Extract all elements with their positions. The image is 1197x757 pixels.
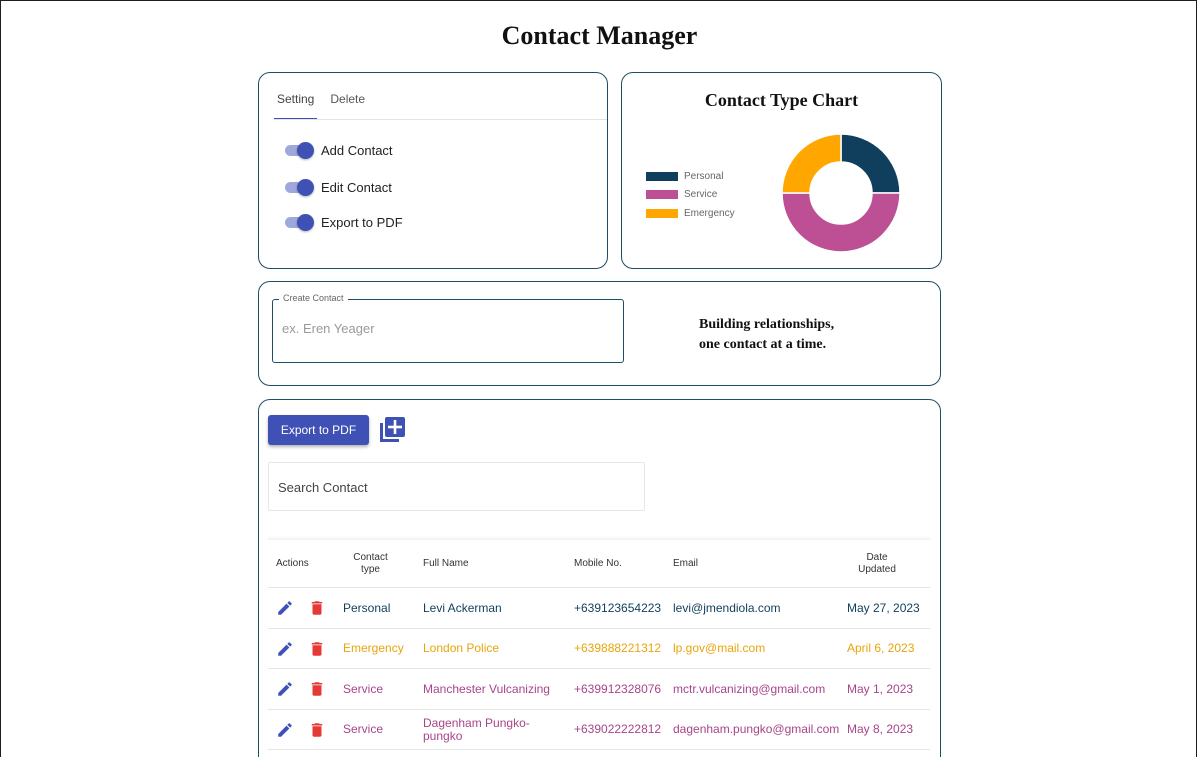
row-actions xyxy=(276,710,326,750)
tab-setting[interactable]: Setting xyxy=(274,90,318,120)
legend-label: Personal xyxy=(684,170,724,182)
settings-card: Setting Delete Add Contact Edit Contact … xyxy=(258,72,608,269)
legend-label: Emergency xyxy=(684,207,735,219)
cell-mobile: +639022222812 xyxy=(574,722,662,736)
cell-contact-type: Service xyxy=(343,681,384,696)
search-field xyxy=(268,462,645,511)
table-header: Actions Contact type Full Name Mobile No.… xyxy=(268,540,930,588)
cell-email: dagenham.pungko@gmail.com xyxy=(673,722,840,736)
contacts-table: Actions Contact type Full Name Mobile No.… xyxy=(268,536,930,750)
create-contact-card: Create Contact Building relationships, o… xyxy=(258,281,941,386)
legend-item-personal[interactable]: Personal xyxy=(646,167,735,186)
table-row: Service Manchester Vulcanizing +6399123280… xyxy=(268,669,930,710)
table-row: Emergency London Police +639888221312 lp.go… xyxy=(268,629,930,669)
trash-icon[interactable] xyxy=(308,599,326,617)
legend-label: Service xyxy=(684,189,718,201)
cell-date-updated: April 6, 2023 xyxy=(847,641,915,655)
legend-item-emergency[interactable]: Emergency xyxy=(646,204,735,223)
create-contact-input[interactable] xyxy=(282,321,612,336)
tagline: Building relationships, one contact at a… xyxy=(699,315,834,355)
donut-slice-personal[interactable] xyxy=(840,133,901,194)
row-actions xyxy=(276,588,326,628)
cell-contact-type: Service xyxy=(343,722,384,736)
create-contact-field: Create Contact xyxy=(272,293,624,363)
table-row: Personal Levi Ackerman +639123654223 levi@j… xyxy=(268,588,930,629)
tabs-divider xyxy=(274,119,607,120)
cell-full-name: London Police xyxy=(423,641,500,655)
header-date-updated: Date Updated xyxy=(852,540,902,588)
cell-full-name: Levi Ackerman xyxy=(423,600,502,615)
legend-swatch xyxy=(646,208,678,218)
header-actions: Actions xyxy=(276,558,309,569)
contacts-card: Export to PDF Actions Contacttype Full N… xyxy=(258,399,941,757)
tagline-line-2: one contact at a time. xyxy=(699,337,827,352)
cell-email: mctr.vulcanizing@gmail.com xyxy=(673,681,826,696)
cell-date-updated: May 27, 2023 xyxy=(847,600,920,615)
trash-icon[interactable] xyxy=(308,640,326,658)
header-date-line2: Updated xyxy=(858,564,896,575)
library-add-icon[interactable] xyxy=(377,415,407,450)
cell-contact-type: Personal xyxy=(343,600,391,615)
search-input[interactable] xyxy=(278,480,628,495)
legend-swatch xyxy=(646,190,678,200)
settings-tabs: Setting Delete xyxy=(274,90,368,120)
export-pdf-button[interactable]: Export to PDF xyxy=(268,415,369,445)
cell-date-updated: May 1, 2023 xyxy=(847,681,914,696)
cell-date-updated: May 8, 2023 xyxy=(847,722,914,736)
header-mobile: Mobile No. xyxy=(574,558,622,569)
toggle-row-edit-contact: Edit Contact xyxy=(285,179,392,196)
page-title: Contact Manager xyxy=(501,21,698,50)
add-contact-toggle[interactable] xyxy=(285,142,315,159)
chart-card: Contact Type Chart Personal Service Emer… xyxy=(621,72,942,269)
header-email: Email xyxy=(673,558,699,569)
cell-contact-type: Emergency xyxy=(343,641,404,655)
toggle-row-export-pdf: Export to PDF xyxy=(285,214,403,231)
trash-icon[interactable] xyxy=(308,721,326,739)
export-pdf-toggle[interactable] xyxy=(285,214,315,231)
cell-email: levi@jmendiola.com xyxy=(673,600,781,615)
header-contact-type: Contact type xyxy=(348,540,393,588)
header-contact-type-line2: type xyxy=(361,564,380,575)
create-contact-label: Create Contact xyxy=(279,293,348,303)
chart-legend: Personal Service Emergency xyxy=(646,167,735,223)
donut-slice-emergency[interactable] xyxy=(781,133,842,194)
export-pdf-label: Export to PDF xyxy=(321,214,403,230)
legend-item-service[interactable]: Service xyxy=(646,186,735,205)
row-actions xyxy=(276,669,326,709)
header-date-line1: Date xyxy=(866,552,888,563)
tab-delete[interactable]: Delete xyxy=(327,90,368,120)
cell-full-name: Manchester Vulcanizing xyxy=(423,681,550,696)
cell-mobile: +639123654223 xyxy=(574,600,662,615)
add-contact-label: Add Contact xyxy=(321,142,393,158)
header-full-name: Full Name xyxy=(423,558,469,569)
toggle-row-add-contact: Add Contact xyxy=(285,142,393,159)
table-body: Personal Levi Ackerman +639123654223 levi@j… xyxy=(268,588,930,750)
cell-mobile: +639912328076 xyxy=(574,681,662,696)
edit-contact-label: Edit Contact xyxy=(321,179,392,195)
header-contact-type-line1: Contact xyxy=(353,552,388,563)
donut-chart xyxy=(781,133,901,253)
pencil-icon[interactable] xyxy=(276,721,294,739)
tagline-line-1: Building relationships, xyxy=(699,317,835,332)
pencil-icon[interactable] xyxy=(276,640,294,658)
table-row: Service Dagenham Pungko-pungko +6390222228… xyxy=(268,710,930,750)
trash-icon[interactable] xyxy=(308,680,326,698)
chart-title: Contact Type Chart xyxy=(704,90,859,110)
legend-swatch xyxy=(646,171,678,181)
edit-contact-toggle[interactable] xyxy=(285,179,315,196)
pencil-icon[interactable] xyxy=(276,680,294,698)
donut-slice-service[interactable] xyxy=(781,192,901,253)
row-actions xyxy=(276,629,326,669)
cell-mobile: +639888221312 xyxy=(574,641,662,655)
cell-full-name: Dagenham Pungko-pungko xyxy=(423,715,530,743)
cell-email: lp.gov@mail.com xyxy=(673,641,766,655)
pencil-icon[interactable] xyxy=(276,599,294,617)
